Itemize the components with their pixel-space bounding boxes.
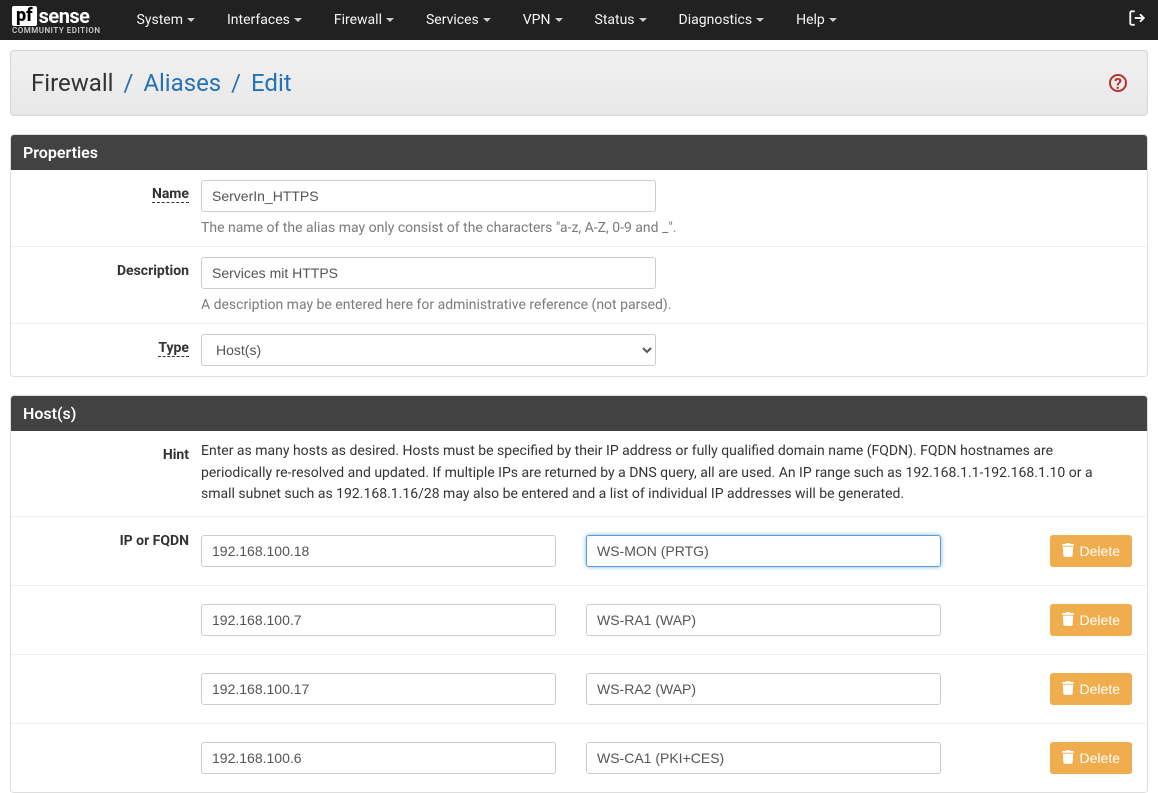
ip-or-fqdn-label: IP or FQDN [11,527,201,575]
brand-pf: pf [12,6,37,26]
hint-text: Enter as many hosts as desired. Hosts mu… [201,441,1147,506]
brand-subtitle: COMMUNITY EDITION [12,26,101,35]
type-select[interactable]: Host(s) [201,334,656,366]
breadcrumb-edit[interactable]: Edit [251,69,292,97]
caret-down-icon [187,18,195,22]
nav-item-vpn[interactable]: VPN [507,2,579,38]
trash-icon [1062,543,1074,560]
trash-icon [1062,750,1074,767]
page-header: Firewall / Aliases / Edit ? [10,50,1148,116]
delete-button[interactable]: Delete [1050,742,1132,774]
trash-icon [1062,681,1074,698]
description-help: A description may be entered here for ad… [201,297,1132,313]
top-navbar: pf sense COMMUNITY EDITION System Interf… [0,0,1158,40]
nav-item-diagnostics[interactable]: Diagnostics [663,2,781,38]
brand-logo[interactable]: pf sense COMMUNITY EDITION [12,6,101,35]
help-icon[interactable]: ? [1109,74,1127,92]
host-ip-input[interactable] [201,604,556,636]
caret-down-icon [294,18,302,22]
hint-label: Hint [11,441,201,506]
type-label: Type [11,334,201,366]
delete-button[interactable]: Delete [1050,604,1132,636]
host-ip-input[interactable] [201,742,556,774]
host-description-input[interactable] [586,604,941,636]
nav-item-system[interactable]: System [121,2,211,38]
name-input[interactable] [201,180,656,212]
host-description-input[interactable] [586,742,941,774]
description-label: Description [11,257,201,313]
caret-down-icon [829,18,837,22]
nav-item-interfaces[interactable]: Interfaces [211,2,318,38]
name-help: The name of the alias may only consist o… [201,220,1132,236]
delete-button[interactable]: Delete [1050,535,1132,567]
hosts-heading: Host(s) [11,396,1147,431]
logout-icon[interactable] [1128,9,1146,31]
description-input[interactable] [201,257,656,289]
nav-item-services[interactable]: Services [410,2,507,38]
brand-sense: sense [39,6,90,26]
caret-down-icon [386,18,394,22]
host-description-input[interactable] [586,535,941,567]
caret-down-icon [483,18,491,22]
breadcrumb-root[interactable]: Firewall [31,69,114,97]
properties-panel: Properties Name The name of the alias ma… [10,134,1148,377]
nav-item-status[interactable]: Status [579,2,663,38]
breadcrumb: Firewall / Aliases / Edit [31,69,292,97]
host-ip-input[interactable] [201,535,556,567]
hosts-panel: Host(s) Hint Enter as many hosts as desi… [10,395,1148,793]
host-description-input[interactable] [586,673,941,705]
trash-icon [1062,612,1074,629]
nav-menu: System Interfaces Firewall Services VPN … [121,2,853,38]
properties-heading: Properties [11,135,1147,170]
nav-item-firewall[interactable]: Firewall [318,2,410,38]
name-label: Name [11,180,201,236]
host-ip-input[interactable] [201,673,556,705]
caret-down-icon [555,18,563,22]
delete-button[interactable]: Delete [1050,673,1132,705]
caret-down-icon [756,18,764,22]
breadcrumb-aliases[interactable]: Aliases [143,69,221,97]
caret-down-icon [639,18,647,22]
nav-item-help[interactable]: Help [780,2,853,38]
